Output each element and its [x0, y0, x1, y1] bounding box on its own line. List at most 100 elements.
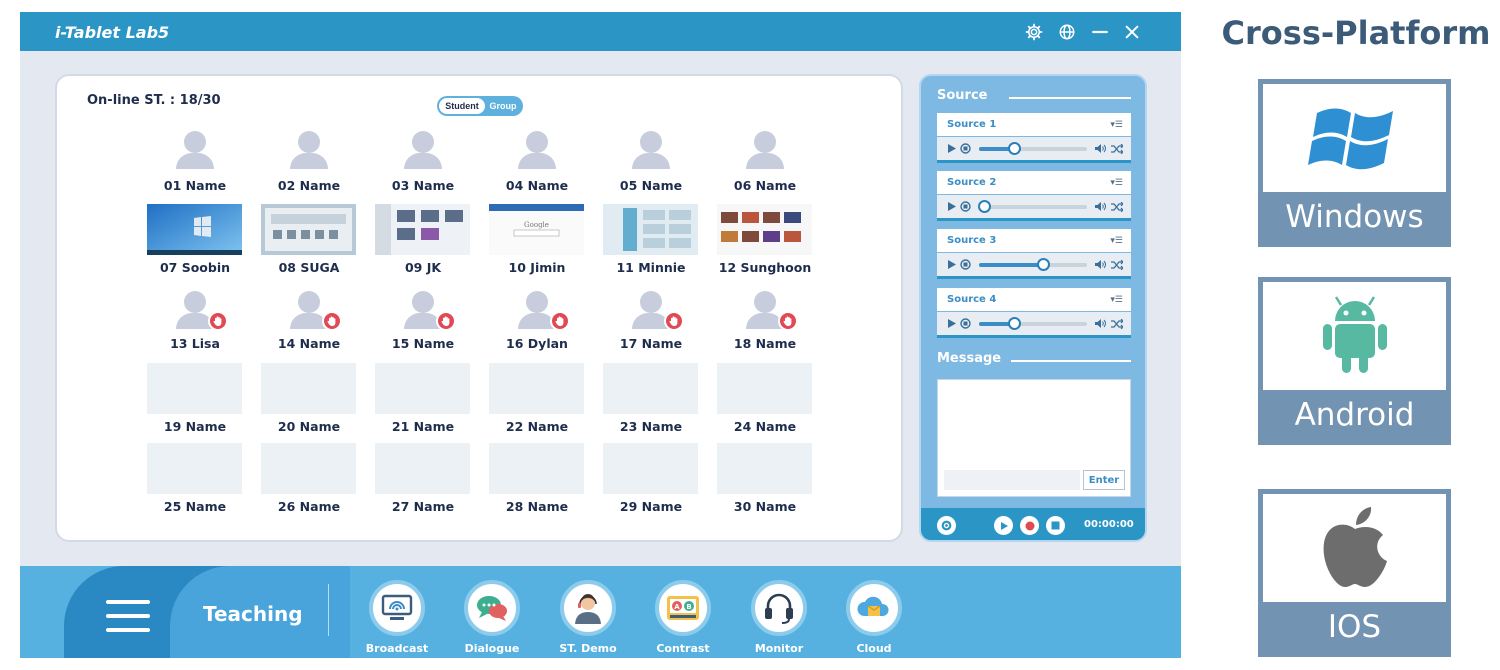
toggle-group-option[interactable]: Group — [485, 101, 521, 111]
source-stop-icon[interactable] — [959, 317, 972, 330]
student-demo-icon[interactable] — [560, 580, 616, 636]
student-tile[interactable]: 18 Name — [717, 291, 813, 361]
message-enter-button[interactable]: Enter — [1083, 470, 1125, 490]
tool-st-demo[interactable]: ST. Demo — [543, 580, 633, 656]
source-dropdown-icon[interactable]: ▾☰ — [1110, 235, 1123, 246]
message-input[interactable] — [944, 470, 1080, 490]
student-tile[interactable]: 01 Name — [147, 131, 243, 201]
student-tile[interactable]: 15 Name — [375, 291, 471, 361]
student-tile[interactable]: 11 Minnie — [603, 204, 699, 275]
shuffle-icon[interactable] — [1110, 317, 1123, 330]
source-volume-slider[interactable] — [978, 200, 1087, 213]
student-screen-thumbnail[interactable] — [147, 204, 242, 255]
speaker-icon[interactable] — [1093, 258, 1106, 271]
source-dropdown-icon[interactable]: ▾☰ — [1110, 119, 1123, 130]
tool-contrast[interactable]: A B Contrast — [638, 580, 728, 656]
speaker-icon[interactable] — [1093, 200, 1106, 213]
student-tile[interactable]: 22 Name — [489, 363, 585, 434]
source-volume-slider[interactable] — [979, 317, 1087, 330]
tool-monitor[interactable]: Monitor — [734, 580, 824, 656]
close-icon[interactable] — [1121, 21, 1143, 43]
windows-logo-icon — [1263, 84, 1446, 192]
student-screen-thumbnail[interactable] — [603, 204, 698, 255]
student-tile[interactable]: 21 Name — [375, 363, 471, 434]
settings-gear-icon[interactable] — [1023, 21, 1045, 43]
tool-broadcast[interactable]: Broadcast — [352, 580, 442, 656]
student-tile[interactable]: 20 Name — [261, 363, 357, 434]
source-stop-icon[interactable] — [959, 258, 972, 271]
student-tile[interactable]: 13 Lisa — [147, 291, 243, 361]
student-tile[interactable]: 28 Name — [489, 443, 585, 514]
source-volume-slider[interactable] — [979, 142, 1087, 155]
hamburger-menu-icon[interactable] — [106, 600, 150, 632]
source-stop-icon[interactable] — [959, 142, 972, 155]
student-tile[interactable]: 07 Soobin — [147, 204, 243, 275]
minimize-icon[interactable] — [1089, 21, 1111, 43]
android-logo-icon — [1263, 282, 1446, 390]
speaker-icon[interactable] — [1093, 317, 1106, 330]
recorder-record-icon[interactable] — [1020, 516, 1039, 535]
raise-hand-icon — [208, 311, 228, 331]
slider-knob[interactable] — [1007, 142, 1021, 155]
student-tile[interactable]: 12 Sunghoon — [717, 204, 813, 275]
student-screen-thumbnail[interactable] — [717, 204, 812, 255]
source-play-icon[interactable] — [945, 142, 958, 155]
student-tile[interactable]: 03 Name — [375, 131, 471, 201]
tool-dialogue[interactable]: Dialogue — [447, 580, 537, 656]
source-panel: Source Source 1 ▾☰ Source 2 ▾☰ Source 3 ▾☰ Sou… — [919, 74, 1147, 542]
slider-knob[interactable] — [1036, 258, 1050, 271]
source-stop-icon[interactable] — [959, 200, 972, 213]
slider-knob[interactable] — [978, 200, 992, 213]
student-tile[interactable]: 08 SUGA — [261, 204, 357, 275]
contrast-icon[interactable]: AB — [655, 580, 711, 636]
monitor-headset-icon[interactable] — [751, 580, 807, 636]
dialogue-icon[interactable] — [464, 580, 520, 636]
source-row: Source 3 ▾☰ — [937, 229, 1131, 279]
source-volume-slider[interactable] — [979, 258, 1087, 271]
student-screen-thumbnail[interactable] — [261, 204, 356, 255]
slider-knob[interactable] — [1007, 317, 1021, 330]
message-box[interactable]: Enter — [937, 379, 1131, 497]
empty-screen-placeholder — [147, 443, 242, 494]
source-dropdown-icon[interactable]: ▾☰ — [1110, 177, 1123, 188]
source-play-icon[interactable] — [945, 200, 958, 213]
shuffle-icon[interactable] — [1110, 142, 1123, 155]
globe-language-icon[interactable] — [1056, 21, 1078, 43]
source-dropdown-icon[interactable]: ▾☰ — [1110, 294, 1123, 305]
student-tile[interactable]: 17 Name — [603, 291, 699, 361]
student-screen-thumbnail[interactable]: Google — [489, 204, 584, 255]
student-tile[interactable]: 25 Name — [147, 443, 243, 514]
student-tile[interactable]: 06 Name — [717, 131, 813, 201]
student-group-toggle[interactable]: Student Group — [437, 96, 523, 116]
recorder-play-icon[interactable] — [994, 516, 1013, 535]
toggle-student-option[interactable]: Student — [439, 98, 485, 114]
student-tile[interactable]: 23 Name — [603, 363, 699, 434]
student-tile[interactable]: 14 Name — [261, 291, 357, 361]
recorder-settings-icon[interactable] — [937, 516, 956, 535]
shuffle-icon[interactable] — [1110, 258, 1123, 271]
student-tile[interactable]: 30 Name — [717, 443, 813, 514]
student-tile[interactable]: Google 10 Jimin — [489, 204, 585, 275]
student-tile[interactable]: 24 Name — [717, 363, 813, 434]
shuffle-icon[interactable] — [1110, 200, 1123, 213]
source-row: Source 1 ▾☰ — [937, 113, 1131, 163]
student-name: 24 Name — [733, 419, 797, 434]
student-tile[interactable]: 19 Name — [147, 363, 243, 434]
student-tile[interactable]: 16 Dylan — [489, 291, 585, 361]
recorder-stop-icon[interactable] — [1046, 516, 1065, 535]
tool-cloud[interactable]: Cloud — [829, 580, 919, 656]
student-tile[interactable]: 02 Name — [261, 131, 357, 201]
student-tile[interactable]: 26 Name — [261, 443, 357, 514]
student-tile[interactable]: 04 Name — [489, 131, 585, 201]
student-tile[interactable]: 09 JK — [375, 204, 471, 275]
empty-screen-placeholder — [489, 363, 584, 414]
student-tile[interactable]: 05 Name — [603, 131, 699, 201]
source-play-icon[interactable] — [945, 317, 958, 330]
broadcast-icon[interactable] — [369, 580, 425, 636]
speaker-icon[interactable] — [1093, 142, 1106, 155]
student-tile[interactable]: 29 Name — [603, 443, 699, 514]
source-play-icon[interactable] — [945, 258, 958, 271]
student-tile[interactable]: 27 Name — [375, 443, 471, 514]
student-screen-thumbnail[interactable] — [375, 204, 470, 255]
cloud-icon[interactable] — [846, 580, 902, 636]
